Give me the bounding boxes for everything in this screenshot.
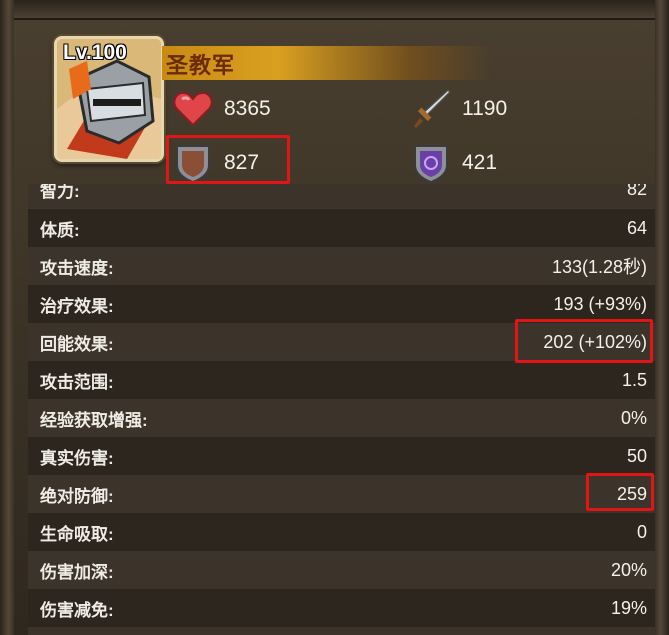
table-row: 治疗效果: 193 (+93%) [28,285,655,323]
table-row: 绝对防御: 259 [28,475,655,513]
stat-value: 20% [610,559,647,580]
table-row [28,627,655,635]
stat-label: 体质: [40,220,80,240]
stat-label: 真实伤害: [40,448,114,468]
stat-label: 治疗效果: [40,296,114,316]
stat-value: 19% [610,597,647,618]
hp-value: 8365 [224,97,271,120]
panel-top-border [0,0,669,20]
table-row: 智力: 82 [28,184,655,208]
stat-value: 133(1.28秒) [551,257,647,277]
table-row: 伤害减免: 19% [28,589,655,627]
stat-label: 生命吸取: [40,524,114,544]
hero-name: 圣教军 [166,53,236,78]
stat-value: 50 [626,445,647,466]
panel-left-border [0,0,14,635]
table-row: 攻击速度: 133(1.28秒) [28,247,655,285]
stat-label: 绝对防御: [40,486,114,506]
stats-table[interactable]: 智力: 82 体质: 64 攻击速度: 133(1.28秒) 治疗效果: 193… [28,184,655,635]
stat-label: 伤害减免: [40,600,114,620]
panel-right-border [655,0,669,635]
attack-value: 1190 [462,97,508,120]
table-row: 生命吸取: 0 [28,513,655,551]
stat-value: 1.5 [621,369,647,390]
table-row: 真实伤害: 50 [28,437,655,475]
stat-label: 经验获取增强: [40,410,148,430]
attack-stat: 1190 [410,88,507,130]
hero-portrait[interactable]: Lv.100 [54,36,164,162]
table-row: 体质: 64 [28,209,655,247]
energy-regen-highlight-box [515,319,653,363]
stat-value: 0 [636,521,647,542]
stat-value: 193 (+93%) [553,293,647,314]
table-row: 攻击范围: 1.5 [28,361,655,399]
stat-value: 64 [626,217,647,238]
table-row: 伤害加深: 20% [28,551,655,589]
magic-shield-icon [410,142,452,184]
stat-label: 攻击速度: [40,258,114,278]
magic-resist-value: 421 [462,151,498,174]
stat-value: 82 [626,184,647,199]
heart-icon [172,88,214,130]
stats-panel: Lv.100 圣教军 8365 1190 827 421 智力: 82 体质: … [0,0,669,635]
absolute-defense-highlight-box [586,473,654,511]
stat-label: 攻击范围: [40,372,114,392]
hero-level: Lv.100 [63,41,127,64]
stat-label: 伤害加深: [40,562,114,582]
hp-stat: 8365 [172,88,271,130]
stat-value: 0% [620,407,647,428]
magic-resist-stat: 421 [410,142,497,184]
sword-icon [410,88,452,130]
table-row: 经验获取增强: 0% [28,399,655,437]
armor-highlight-box [166,135,290,184]
stat-label: 智力: [40,184,80,201]
hero-header: Lv.100 圣教军 8365 1190 827 421 [28,18,655,188]
stat-label: 回能效果: [40,334,114,354]
